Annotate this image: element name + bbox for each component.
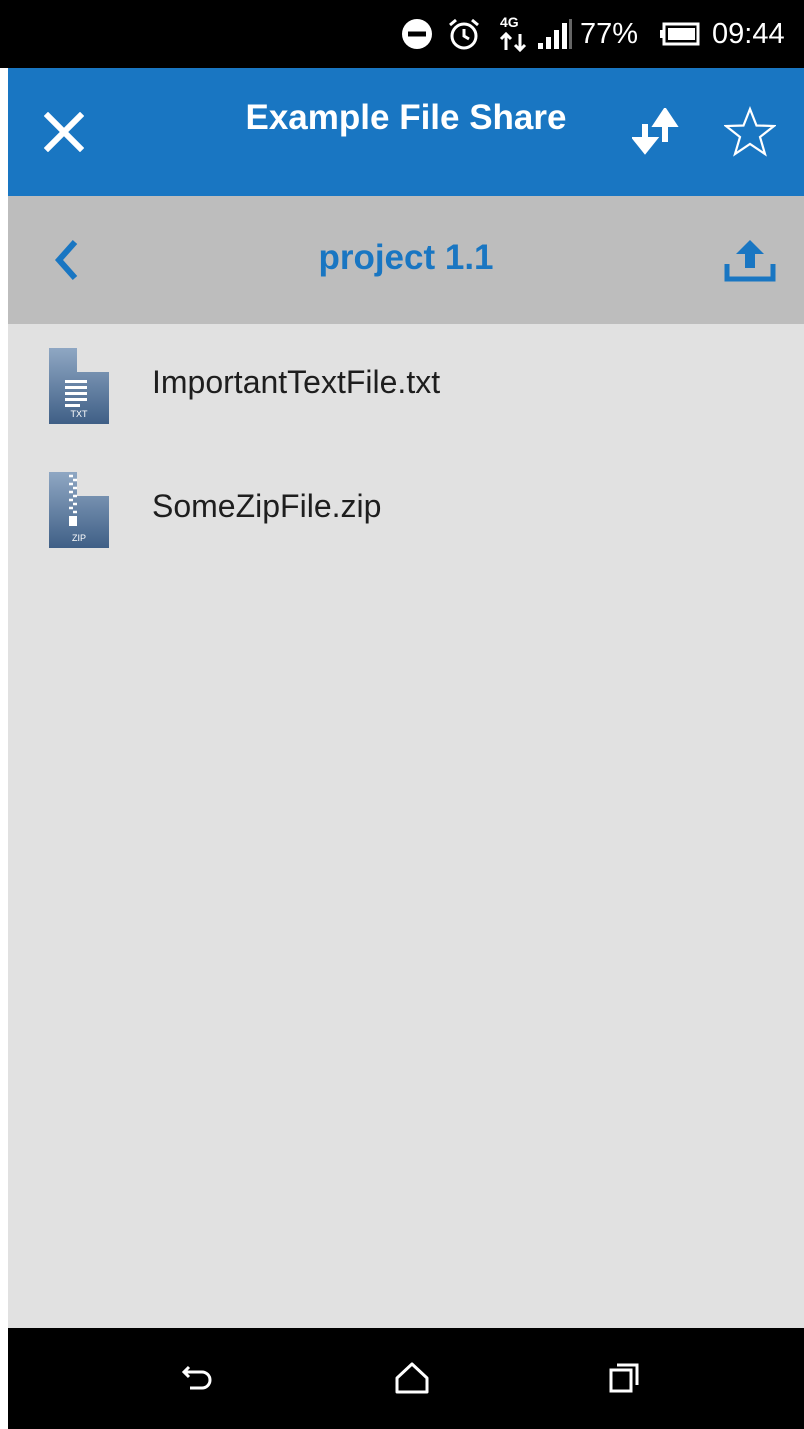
file-type-label: TXT [70,409,88,419]
home-button[interactable] [382,1348,442,1408]
file-name: SomeZipFile.zip [152,488,382,524]
screen-edge [0,68,8,1429]
clock: 09:44 [712,0,785,68]
app-bar: Example File Share [8,68,804,196]
status-bar: 4G 77% 09:44 [0,0,804,68]
txt-file-icon: TXT [49,348,109,424]
sync-button[interactable] [626,102,686,162]
clock-text: 09:44 [712,17,785,50]
recents-icon [609,1363,639,1393]
recents-button[interactable] [594,1348,654,1408]
network-4g-label: 4G [500,14,519,30]
battery-icon [660,0,700,68]
home-icon [395,1362,429,1394]
sync-icon [632,108,679,155]
battery-percent: 77% [580,0,638,68]
back-nav-button[interactable] [168,1348,228,1408]
file-list: TXT ImportantTextFile.txt ZIP SomeZipFil… [8,324,804,1328]
list-item[interactable]: ZIP SomeZipFile.zip [8,448,804,572]
back-arrow-icon [181,1365,212,1390]
star-outline-icon [724,106,776,157]
navigation-bar [8,1328,804,1429]
path-bar: project 1.1 [8,196,804,324]
alarm-icon [446,0,482,68]
favorite-button[interactable] [718,100,782,164]
battery-percent-text: 77% [580,17,639,50]
do-not-disturb-icon [400,0,434,68]
file-name: ImportantTextFile.txt [152,364,441,400]
folder-title: project 1.1 [318,238,494,277]
upload-button[interactable] [720,234,780,286]
phone-screen: 4G 77% 09:44 Example File Share project … [0,0,804,1429]
file-type-label: ZIP [71,533,86,543]
network-4g-icon: 4G [498,0,528,68]
zip-file-icon: ZIP [49,472,109,548]
list-item[interactable]: TXT ImportantTextFile.txt [8,324,804,448]
signal-icon [538,0,574,68]
upload-icon [724,240,776,282]
